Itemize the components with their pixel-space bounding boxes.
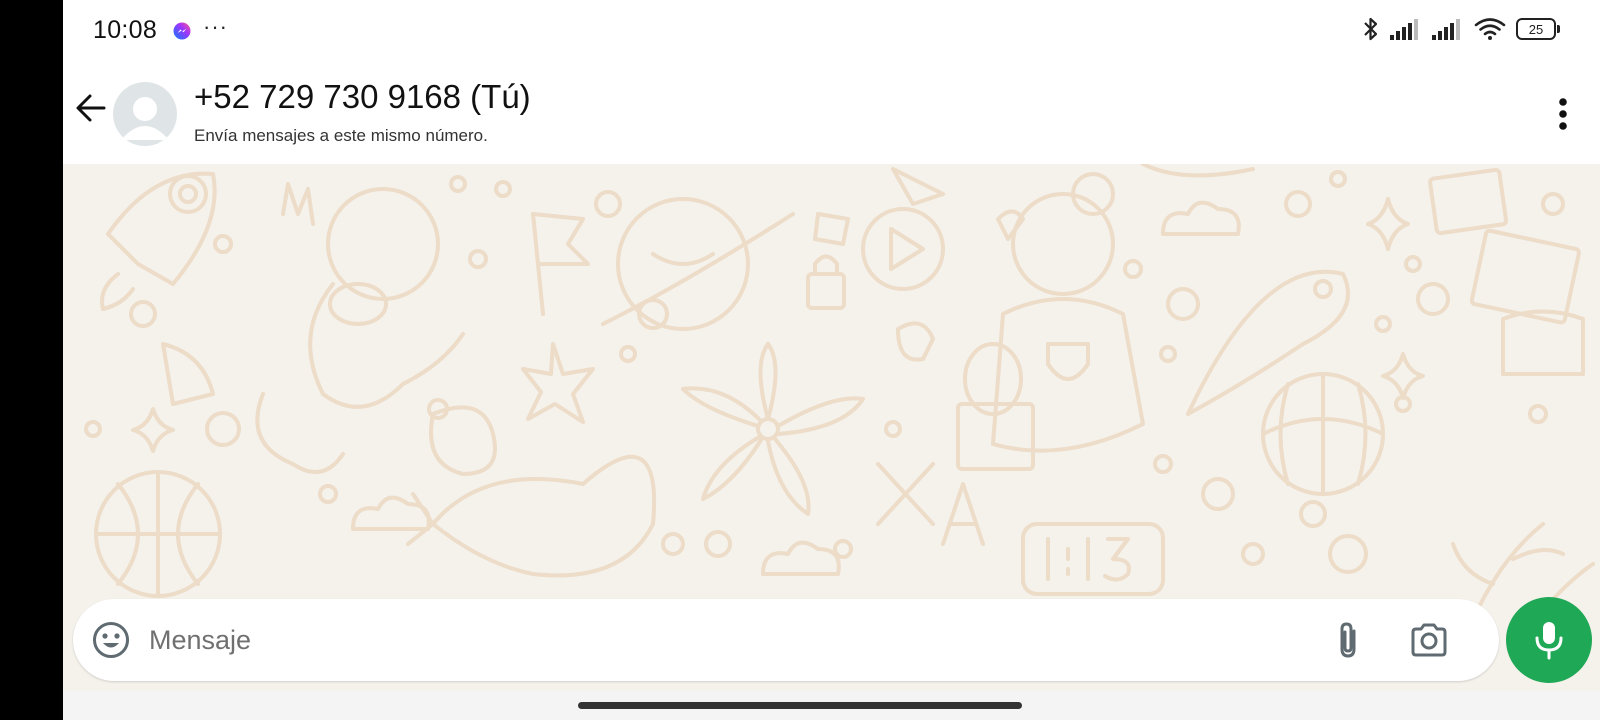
battery-icon: 25 — [1516, 18, 1560, 40]
signal-icon — [1432, 19, 1460, 40]
avatar[interactable] — [113, 82, 177, 146]
signal-icon — [1390, 19, 1418, 40]
more-options-button[interactable] — [1548, 94, 1578, 134]
status-time: 10:08 — [93, 16, 158, 44]
paperclip-icon — [1340, 622, 1356, 658]
arrow-left-icon — [76, 94, 106, 122]
emoji-button[interactable] — [91, 620, 131, 660]
back-button[interactable] — [73, 90, 109, 126]
vertical-dots-icon — [1559, 98, 1567, 130]
microphone-icon — [1535, 622, 1563, 660]
status-icons: 25 — [1362, 16, 1560, 42]
status-bar: 10:08 ··· 25 — [63, 0, 1600, 62]
left-black-bar — [0, 0, 63, 720]
message-input[interactable] — [149, 617, 1299, 663]
message-composer — [73, 599, 1499, 681]
smiley-icon — [93, 622, 129, 658]
wifi-icon — [1474, 18, 1506, 40]
attach-button[interactable] — [1328, 620, 1368, 660]
bluetooth-icon — [1364, 17, 1378, 41]
chat-header: +52 729 730 9168 (Tú) Envía mensajes a e… — [63, 62, 1600, 164]
camera-icon — [1411, 623, 1447, 657]
contact-subtitle: Envía mensajes a este mismo número. — [194, 126, 488, 145]
contact-name[interactable]: +52 729 730 9168 (Tú) — [194, 78, 531, 116]
more-notifications-icon: ··· — [203, 14, 228, 39]
voice-message-button[interactable] — [1506, 597, 1592, 683]
battery-level: 25 — [1528, 21, 1544, 37]
default-avatar-icon — [121, 97, 169, 140]
camera-button[interactable] — [1408, 620, 1450, 660]
whatsapp-chat-screen: 10:08 ··· 25 +52 729 730 9168 (Tú) Envía… — [63, 0, 1600, 720]
navigation-bar — [63, 691, 1600, 720]
messenger-icon — [173, 22, 191, 40]
home-indicator[interactable] — [578, 702, 1022, 709]
